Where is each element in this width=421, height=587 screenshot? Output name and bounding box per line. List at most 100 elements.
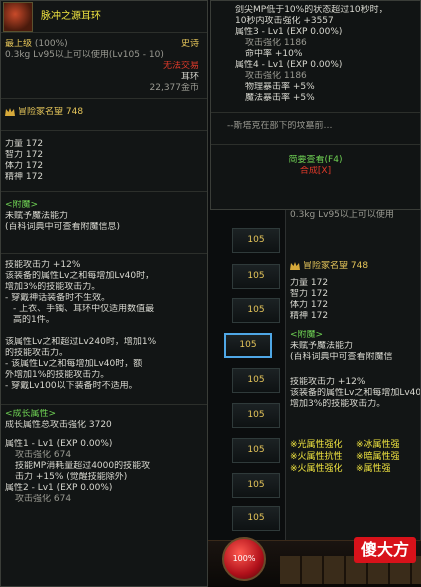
growth-line: 攻击强化 674 xyxy=(15,450,72,460)
enchant-line: 未赋予魔法能力 xyxy=(5,211,69,221)
fame-label: 冒险家名望 xyxy=(18,107,64,117)
item-icon xyxy=(3,2,33,32)
item-info: 最上级 (100%) 史诗 0.3kg Lv95以上可以使用(Lv105 - 1… xyxy=(1,33,207,99)
item-tooltip-panel: 脉冲之源耳环 最上级 (100%) 史诗 0.3kg Lv95以上可以使用(Lv… xyxy=(0,0,208,587)
item-description: --斯塔克在部下的坟墓前… xyxy=(227,121,333,131)
effect-line: 属性4 - Lv1 (EXP 0.00%) xyxy=(235,60,343,70)
skill-line: 外增加1%的技能攻击力。 xyxy=(5,370,110,380)
attr-tag: ※冰属性强 xyxy=(356,440,400,450)
enchant-title: <附魔> xyxy=(290,330,324,340)
attr-tag: ※属性强 xyxy=(356,464,391,474)
level-slot-button-selected[interactable]: 105 xyxy=(224,333,272,358)
skill-line: 增加3%的技能攻击力。 xyxy=(290,399,386,409)
attr-tag: ※火属性强化 xyxy=(290,464,343,474)
attr-tag: ※光属性强化 xyxy=(290,440,343,450)
enchant-line: 未赋予魔法能力 xyxy=(290,341,354,351)
rarity-label: 史诗 xyxy=(180,39,199,49)
skill-line: 高的1件。 xyxy=(13,315,55,325)
grade-row: 最上级 (100%) 史诗 xyxy=(5,39,203,50)
attr-tag: ※火属性抗性 xyxy=(290,452,343,462)
growth-section: <成长属性> 成长属性总攻击强化 3720 属性1 - Lv1 (EXP 0.0… xyxy=(1,405,207,505)
view-detail-link[interactable]: 简要查看(F4) xyxy=(211,155,420,166)
stats-section: 力量 172 智力 172 体力 172 精神 172 xyxy=(1,131,207,192)
stat-value: 172 xyxy=(25,172,44,182)
stat-value: 172 xyxy=(25,161,44,171)
fame-row: 冒险家名望 748 xyxy=(290,261,420,272)
fame-row: 冒险家名望 748 xyxy=(5,107,203,118)
skill-line: 该属性Lv之和超过Lv240时，增加1% xyxy=(5,337,157,347)
stat-value: 172 xyxy=(310,278,329,288)
effect-line: 属性3 - Lv1 (EXP 0.00%) xyxy=(235,27,343,37)
level-slot-button[interactable]: 105 xyxy=(232,438,280,463)
crown-icon xyxy=(290,261,300,270)
level-slot-button[interactable]: 105 xyxy=(232,264,280,289)
detail-tooltip-panel: 剑尖MP低于10%的状态超过10秒时， 10秒内攻击强化 +3557 属性3 -… xyxy=(210,0,421,210)
enchant-line: (百科词典中可查看附魔信 xyxy=(290,352,393,362)
fame-value: 748 xyxy=(350,261,369,271)
skill-line: 该装备的属性Lv之和每增加Lv40时， xyxy=(5,271,155,281)
skill-line: - 穿戴神话装备时不生效。 xyxy=(5,293,111,303)
stat-row: 体力 172 xyxy=(290,300,420,311)
effect-line: 攻击强化 1186 xyxy=(245,71,307,81)
stat-value: 172 xyxy=(25,150,44,160)
growth-line: 击力 +15% (觉醒技能除外) xyxy=(15,472,128,482)
stat-row: 精神 172 xyxy=(290,311,420,322)
level-slot-button[interactable]: 105 xyxy=(232,506,280,531)
stat-value: 172 xyxy=(310,300,329,310)
effect-line: 剑尖MP低于10%的状态超过10秒时， xyxy=(235,5,388,15)
grade-label: 最上级 xyxy=(5,39,33,49)
skill-line: - 上衣、手镯、耳环中仅适用数值最 xyxy=(13,304,155,314)
stat-row: 智力 172 xyxy=(5,150,203,161)
level-slot-button[interactable]: 105 xyxy=(232,368,280,393)
attribute-tags: ※光属性强化 ※冰属性强 ※火属性抗性 ※暗属性强 ※火属性强化 ※属性强 xyxy=(290,440,420,480)
crown-icon xyxy=(5,107,15,116)
trade-status: 无法交易 xyxy=(162,61,199,71)
watermark-text: 傻大方 xyxy=(360,540,409,559)
growth-total: 成长属性总攻击强化 3720 xyxy=(5,420,112,430)
growth-line: 攻击强化 674 xyxy=(15,494,72,504)
attr-tag: ※暗属性强 xyxy=(356,452,400,462)
grade-percent: (100%) xyxy=(34,39,68,49)
weight-requirement: 0.3kg Lv95以上可以使用 xyxy=(290,210,394,220)
stat-row: 体力 172 xyxy=(5,161,203,172)
skill-line: 的技能攻击力。 xyxy=(5,348,69,358)
price: 22,377金币 xyxy=(149,83,200,93)
effect-line: 10秒内攻击强化 +3557 xyxy=(235,16,334,26)
hp-orb-label: 100% xyxy=(232,554,256,563)
item-header: 脉冲之源耳环 xyxy=(1,1,207,33)
synth-link[interactable]: 合成[X] xyxy=(211,166,420,177)
stat-row: 精神 172 xyxy=(5,172,203,183)
stat-name: 精神 xyxy=(290,311,309,321)
level-slot-button[interactable]: 105 xyxy=(232,473,280,498)
growth-line: 属性1 - Lv1 (EXP 0.00%) xyxy=(5,439,113,449)
effect-line: 物理暴击率 +5% xyxy=(245,82,315,92)
effect-line: 命中率 +10% xyxy=(245,49,303,59)
growth-title: <成长属性> xyxy=(5,409,57,419)
fame-section: 冒险家名望 748 xyxy=(1,99,207,131)
skill-line: 技能攻击力 +12% xyxy=(290,377,366,387)
stat-value: 172 xyxy=(310,289,329,299)
stat-value: 172 xyxy=(310,311,329,321)
stat-name: 力量 xyxy=(290,278,309,288)
slot-type: 耳环 xyxy=(180,72,199,82)
stat-name: 智力 xyxy=(5,150,24,160)
enchant-line: (百科词典中可查看附魔信息) xyxy=(5,222,121,232)
growth-line: 技能MP消耗量超过4000的技能攻 xyxy=(15,461,151,471)
weight-requirement: 0.3kg Lv95以上可以使用(Lv105 - 10) xyxy=(5,50,164,60)
stat-name: 精神 xyxy=(5,172,24,182)
level-slot-button[interactable]: 105 xyxy=(232,403,280,428)
skill-line: 技能攻击力 +12% xyxy=(5,260,81,270)
stat-name: 智力 xyxy=(290,289,309,299)
enchant-title: <附魔> xyxy=(5,200,39,210)
level-slot-button[interactable]: 105 xyxy=(232,298,280,323)
effect-line: 攻击强化 1186 xyxy=(245,38,307,48)
compare-tooltip-panel: 0.3kg Lv95以上可以使用 冒险家名望 748 力量 172 智力 172… xyxy=(285,205,421,557)
skill-line: - 该属性Lv之和每增加Lv40时，额 xyxy=(5,359,143,369)
growth-line: 属性2 - Lv1 (EXP 0.00%) xyxy=(5,483,113,493)
level-slot-button[interactable]: 105 xyxy=(232,228,280,253)
item-name: 脉冲之源耳环 xyxy=(41,11,101,22)
stat-row: 力量 172 xyxy=(290,278,420,289)
stat-value: 172 xyxy=(25,139,44,149)
fame-label: 冒险家名望 xyxy=(303,261,349,271)
skill-section: 技能攻击力 +12% 该装备的属性Lv之和每增加Lv40时， 增加3%的技能攻击… xyxy=(1,254,207,405)
